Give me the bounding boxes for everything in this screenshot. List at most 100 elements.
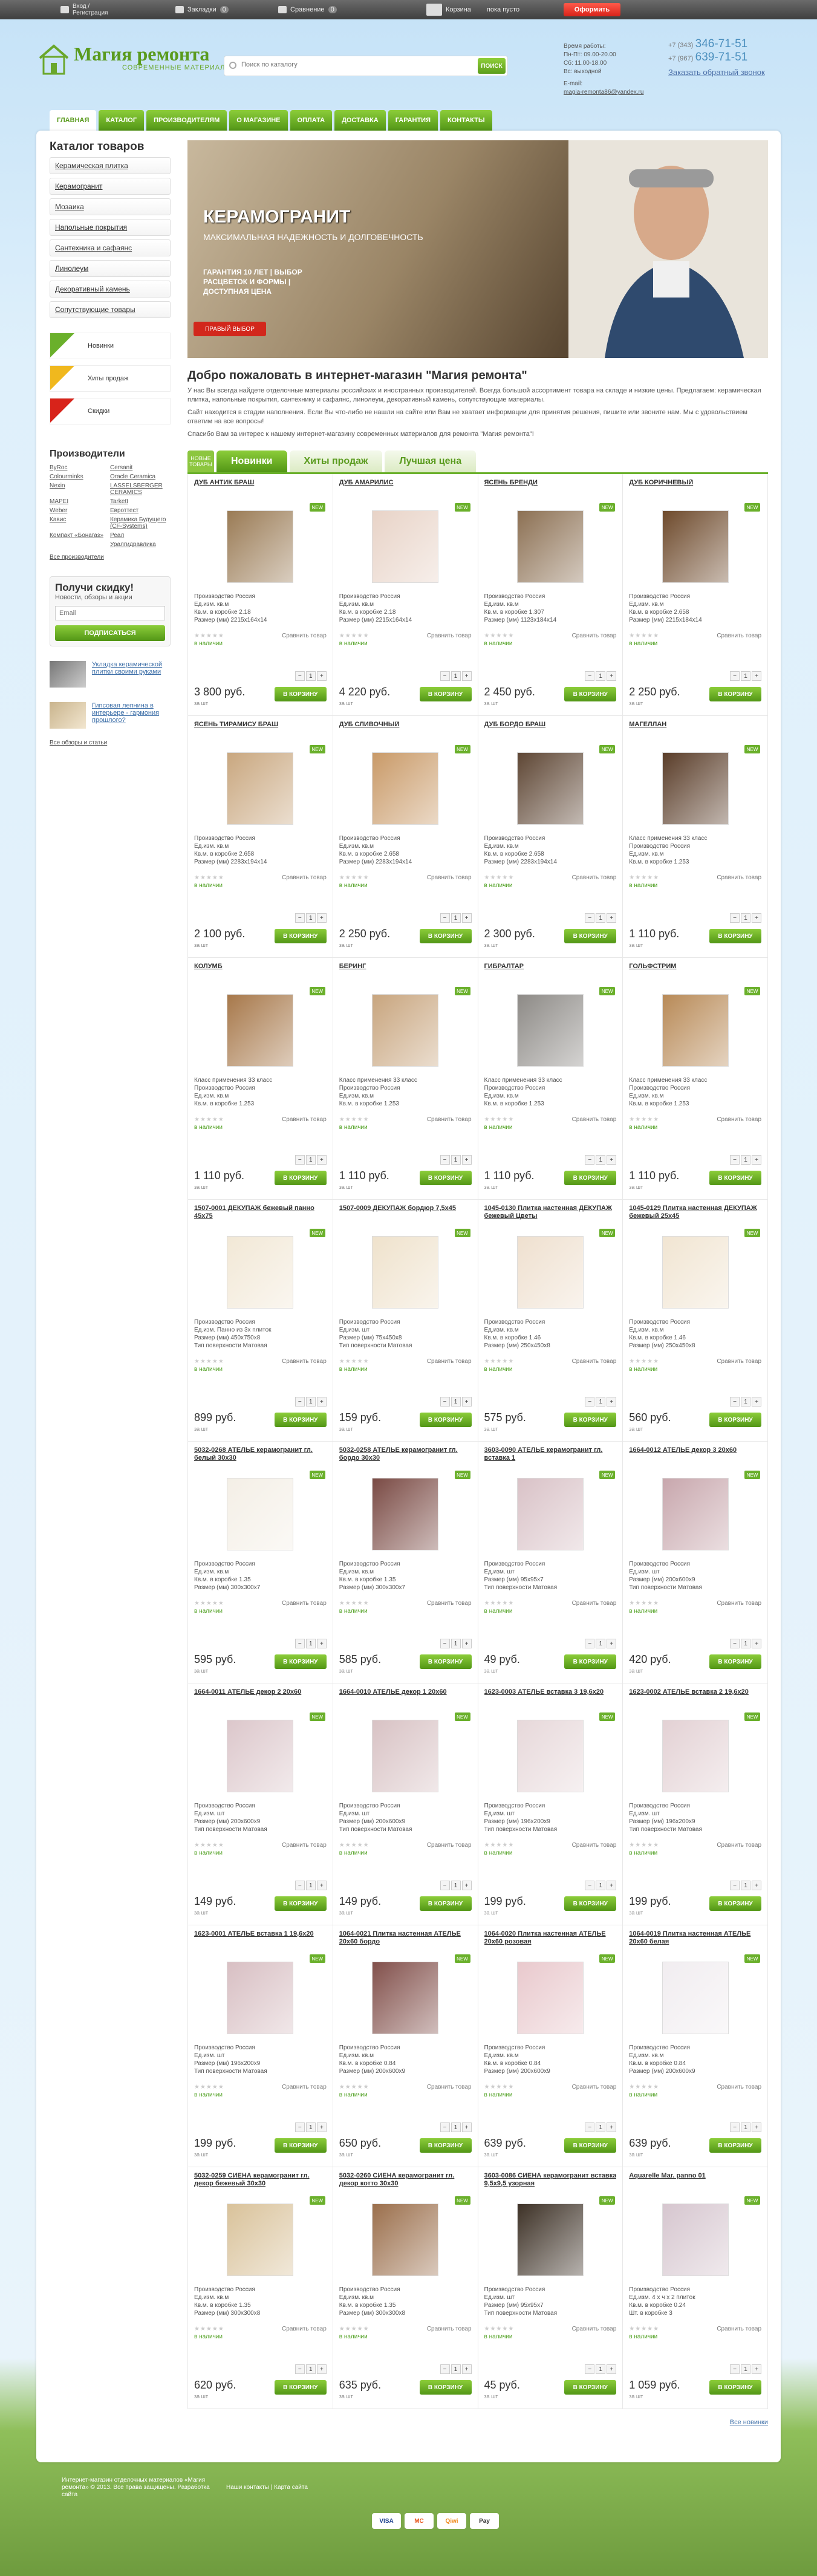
- bookmarks-link[interactable]: Закладки 0: [175, 0, 229, 19]
- add-to-cart-button[interactable]: В КОРЗИНУ: [564, 1171, 617, 1185]
- minus-icon[interactable]: −: [730, 1397, 740, 1407]
- category-link[interactable]: Сопутствующие товары: [50, 301, 171, 318]
- compare-link[interactable]: Сравнение 0: [278, 0, 337, 19]
- minus-icon[interactable]: −: [585, 671, 595, 681]
- nav-item-payment[interactable]: Оплата: [290, 110, 333, 131]
- product-name-link[interactable]: 1045-0130 Плитка настенная ДЕКУПАЖ бежев…: [484, 1205, 617, 1230]
- compare-link[interactable]: Сравнить товар: [717, 874, 761, 881]
- quantity-value[interactable]: 1: [741, 913, 750, 923]
- quantity-stepper[interactable]: −1 +: [585, 1639, 617, 1648]
- compare-link[interactable]: Сравнить товар: [572, 2084, 617, 2090]
- compare-link[interactable]: Сравнить товар: [572, 2326, 617, 2332]
- search-input[interactable]: [241, 61, 471, 68]
- minus-icon[interactable]: −: [585, 1155, 595, 1165]
- plus-icon[interactable]: +: [752, 1155, 761, 1165]
- nav-item-delivery[interactable]: Доставка: [334, 110, 386, 131]
- product-name-link[interactable]: ДУБ АМАРИЛИС: [339, 479, 472, 504]
- add-to-cart-button[interactable]: В КОРЗИНУ: [709, 1654, 761, 1669]
- compare-link[interactable]: Сравнить товар: [572, 874, 617, 881]
- quantity-stepper[interactable]: −1 +: [295, 1881, 327, 1890]
- add-to-cart-button[interactable]: В КОРЗИНУ: [709, 1171, 761, 1185]
- quantity-stepper[interactable]: −1 +: [585, 913, 617, 923]
- product-name-link[interactable]: 1664-0011 АТЕЛЬЕ декор 2 20x60: [194, 1688, 327, 1714]
- add-to-cart-button[interactable]: В КОРЗИНУ: [419, 1654, 472, 1669]
- product-name-link[interactable]: 1623-0001 АТЕЛЬЕ вставка 1 19,6x20: [194, 1930, 327, 1956]
- product-name-link[interactable]: КОЛУМБ: [194, 963, 327, 988]
- quantity-stepper[interactable]: −1 +: [585, 1881, 617, 1890]
- quantity-stepper[interactable]: −1 +: [295, 1639, 327, 1648]
- plus-icon[interactable]: +: [752, 1397, 761, 1407]
- product-image[interactable]: [372, 1236, 439, 1309]
- plus-icon[interactable]: +: [752, 913, 761, 923]
- compare-link[interactable]: Сравнить товар: [572, 1116, 617, 1123]
- quantity-value[interactable]: 1: [741, 671, 750, 681]
- minus-icon[interactable]: −: [295, 1155, 305, 1165]
- product-name-link[interactable]: БЕРИНГ: [339, 963, 472, 988]
- quantity-value[interactable]: 1: [451, 671, 461, 681]
- add-to-cart-button[interactable]: В КОРЗИНУ: [274, 1896, 327, 1911]
- nav-item-catalog[interactable]: Каталог: [99, 110, 145, 131]
- quantity-stepper[interactable]: −1 +: [730, 1639, 761, 1648]
- review-item[interactable]: Гипсовая лепнина в интерьере - гармония …: [50, 702, 171, 729]
- rating-stars-icon[interactable]: ★★★★★: [339, 1600, 369, 1607]
- rating-stars-icon[interactable]: ★★★★★: [194, 633, 224, 639]
- add-to-cart-button[interactable]: В КОРЗИНУ: [564, 687, 617, 701]
- quantity-stepper[interactable]: −1 +: [440, 1397, 472, 1407]
- product-name-link[interactable]: 1045-0129 Плитка настенная ДЕКУПАЖ бежев…: [629, 1205, 761, 1230]
- product-image[interactable]: [662, 2204, 729, 2276]
- quantity-stepper[interactable]: −1 +: [730, 2122, 761, 2132]
- plus-icon[interactable]: +: [461, 1397, 472, 1407]
- product-name-link[interactable]: 5032-0259 СИЕНА керамогранит гл. декор б…: [194, 2172, 327, 2197]
- minus-icon[interactable]: −: [295, 1397, 305, 1407]
- plus-icon[interactable]: +: [316, 2364, 327, 2374]
- plus-icon[interactable]: +: [316, 913, 327, 923]
- plus-icon[interactable]: +: [607, 913, 617, 923]
- quantity-value[interactable]: 1: [305, 1155, 316, 1165]
- product-image[interactable]: [227, 1478, 294, 1550]
- product-image[interactable]: [372, 1962, 439, 2034]
- compare-link[interactable]: Сравнить товар: [717, 2084, 761, 2090]
- rating-stars-icon[interactable]: ★★★★★: [339, 1358, 369, 1365]
- quantity-stepper[interactable]: −1 +: [730, 2364, 761, 2374]
- quantity-value[interactable]: 1: [451, 1155, 461, 1165]
- product-image[interactable]: [372, 752, 439, 825]
- minus-icon[interactable]: −: [585, 1881, 595, 1890]
- plus-icon[interactable]: +: [461, 2122, 472, 2132]
- add-to-cart-button[interactable]: В КОРЗИНУ: [274, 1654, 327, 1669]
- product-name-link[interactable]: ГИБРАЛТАР: [484, 963, 617, 988]
- compare-link[interactable]: Сравнить товар: [427, 1116, 472, 1123]
- minus-icon[interactable]: −: [295, 2364, 305, 2374]
- quantity-value[interactable]: 1: [596, 1155, 606, 1165]
- plus-icon[interactable]: +: [752, 2364, 761, 2374]
- rating-stars-icon[interactable]: ★★★★★: [484, 874, 515, 881]
- product-image[interactable]: [227, 510, 294, 583]
- quantity-value[interactable]: 1: [305, 1881, 316, 1890]
- quantity-value[interactable]: 1: [451, 1639, 461, 1648]
- quantity-stepper[interactable]: −1 +: [440, 1639, 472, 1648]
- product-name-link[interactable]: 3603-0086 СИЕНА керамогранит вставка 9,5…: [484, 2172, 617, 2197]
- product-name-link[interactable]: 1507-0001 ДЕКУПАЖ бежевый панно 45x75: [194, 1205, 327, 1230]
- rating-stars-icon[interactable]: ★★★★★: [629, 1842, 659, 1849]
- manufacturer-link[interactable]: Nexin: [50, 483, 110, 496]
- add-to-cart-button[interactable]: В КОРЗИНУ: [564, 929, 617, 943]
- add-to-cart-button[interactable]: В КОРЗИНУ: [564, 2138, 617, 2153]
- product-image[interactable]: [662, 510, 729, 583]
- compare-link[interactable]: Сравнить товар: [572, 1358, 617, 1365]
- plus-icon[interactable]: +: [607, 671, 617, 681]
- quantity-value[interactable]: 1: [305, 913, 316, 923]
- compare-link[interactable]: Сравнить товар: [282, 1116, 327, 1123]
- product-name-link[interactable]: ДУБ КОРИЧНЕВЫЙ: [629, 479, 761, 504]
- manufacturer-link[interactable]: ByRoc: [50, 464, 110, 471]
- quantity-value[interactable]: 1: [596, 1397, 606, 1407]
- quantity-value[interactable]: 1: [596, 1639, 606, 1648]
- compare-link[interactable]: Сравнить товар: [282, 2084, 327, 2090]
- compare-link[interactable]: Сравнить товар: [572, 1600, 617, 1607]
- add-to-cart-button[interactable]: В КОРЗИНУ: [274, 929, 327, 943]
- quantity-stepper[interactable]: −1 +: [585, 1397, 617, 1407]
- all-reviews-link[interactable]: Все обзоры и статьи: [50, 740, 171, 746]
- quantity-stepper[interactable]: −1 +: [295, 671, 327, 681]
- phone-1[interactable]: 346-71-51: [695, 37, 748, 50]
- manufacturer-link[interactable]: LASSELSBERGER CERAMICS: [110, 483, 171, 496]
- product-image[interactable]: [516, 1478, 584, 1550]
- cart-link[interactable]: Корзина пока пусто: [426, 0, 519, 19]
